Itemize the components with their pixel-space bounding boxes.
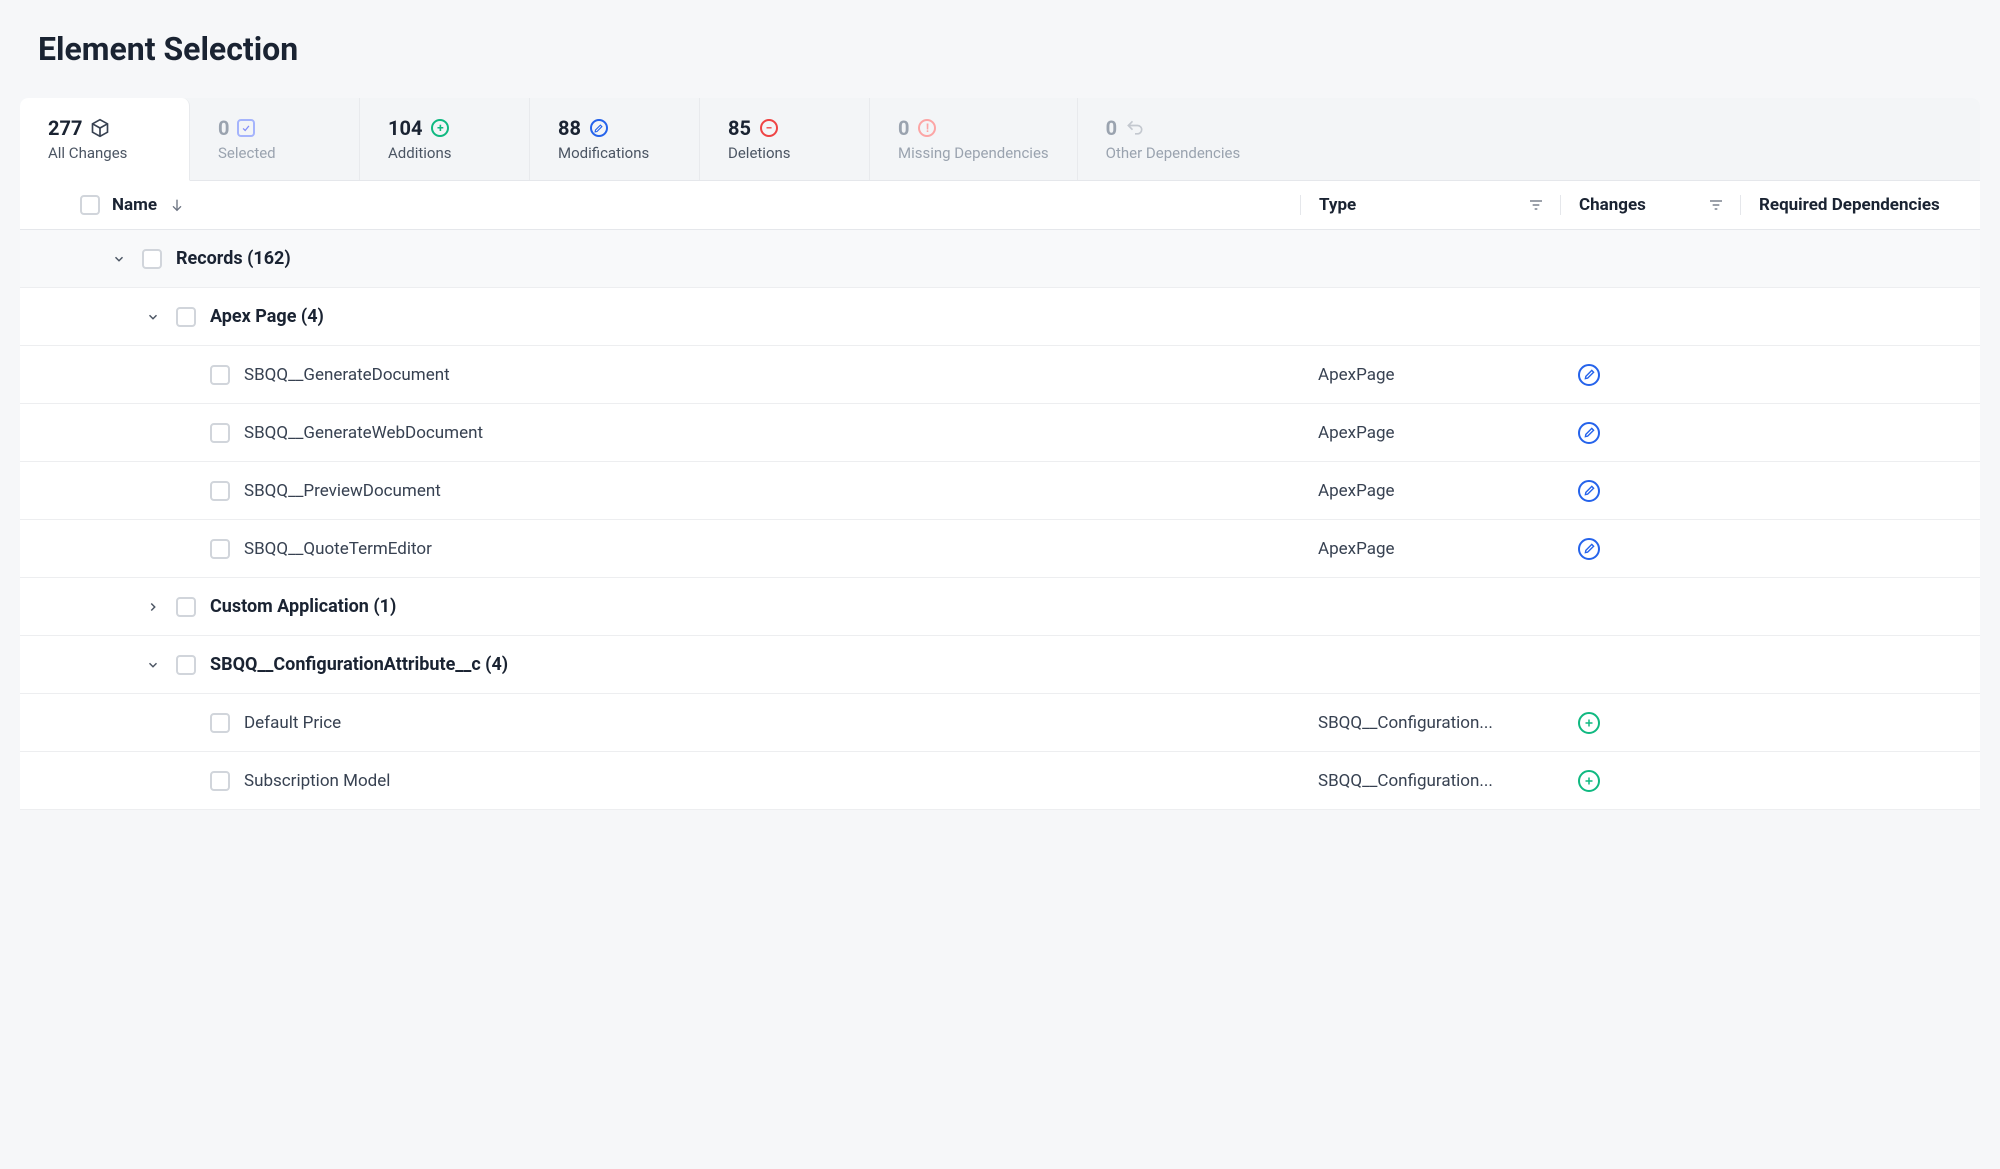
- item-name: SBQQ__PreviewDocument: [244, 481, 441, 501]
- tab-count: 277: [48, 116, 82, 140]
- tab-label: Other Dependencies: [1106, 144, 1241, 162]
- plus-circle-icon: +: [430, 118, 450, 138]
- item-name: SBQQ__QuoteTermEditor: [244, 539, 432, 559]
- page-title: Element Selection: [38, 30, 1980, 68]
- sort-arrow-icon[interactable]: [169, 197, 185, 213]
- row-checkbox[interactable]: [142, 249, 162, 269]
- alert-circle-icon: !: [917, 118, 937, 138]
- minus-circle-icon: −: [759, 118, 779, 138]
- tab-count: 88: [558, 116, 581, 140]
- item-type: ApexPage: [1300, 365, 1560, 385]
- column-type[interactable]: Type: [1319, 195, 1356, 215]
- tab-label: All Changes: [48, 144, 161, 162]
- row-checkbox[interactable]: [176, 307, 196, 327]
- tab-deletions[interactable]: 85 − Deletions: [700, 98, 870, 180]
- row-checkbox[interactable]: [210, 423, 230, 443]
- item-type: SBQQ__Configuration...: [1300, 713, 1560, 733]
- item-type: SBQQ__Configuration...: [1300, 771, 1560, 791]
- tab-all-changes[interactable]: 277 All Changes: [20, 98, 190, 181]
- chevron-down-icon[interactable]: [144, 658, 162, 672]
- modification-icon: [1578, 538, 1600, 560]
- addition-icon: [1578, 712, 1600, 734]
- tabs-bar: 277 All Changes 0 Selected 1: [20, 98, 1980, 181]
- item-type: ApexPage: [1300, 539, 1560, 559]
- group-row-apex-page[interactable]: Apex Page (4): [20, 288, 1980, 346]
- tab-label: Additions: [388, 144, 501, 162]
- item-name: SBQQ__GenerateWebDocument: [244, 423, 483, 443]
- group-row-custom-application[interactable]: Custom Application (1): [20, 578, 1980, 636]
- row-checkbox[interactable]: [210, 481, 230, 501]
- edit-circle-icon: [589, 118, 609, 138]
- check-square-icon: [237, 119, 255, 137]
- chevron-down-icon[interactable]: [110, 252, 128, 266]
- tab-count: 0: [218, 116, 229, 140]
- column-changes[interactable]: Changes: [1579, 195, 1646, 215]
- filter-icon[interactable]: [1708, 197, 1724, 213]
- item-name: Default Price: [244, 713, 341, 733]
- tab-label: Modifications: [558, 144, 671, 162]
- tab-count: 0: [1106, 116, 1117, 140]
- table-row[interactable]: Default Price SBQQ__Configuration...: [20, 694, 1980, 752]
- undo-icon: [1125, 118, 1145, 138]
- table-row[interactable]: SBQQ__QuoteTermEditor ApexPage: [20, 520, 1980, 578]
- tab-additions[interactable]: 104 + Additions: [360, 98, 530, 180]
- table-row[interactable]: SBQQ__PreviewDocument ApexPage: [20, 462, 1980, 520]
- modification-icon: [1578, 422, 1600, 444]
- chevron-right-icon[interactable]: [144, 600, 162, 614]
- row-checkbox[interactable]: [176, 655, 196, 675]
- item-type: ApexPage: [1300, 423, 1560, 443]
- row-checkbox[interactable]: [176, 597, 196, 617]
- tab-count: 0: [898, 116, 909, 140]
- tab-modifications[interactable]: 88 Modifications: [530, 98, 700, 180]
- group-label: Apex Page (4): [210, 306, 324, 327]
- tab-label: Deletions: [728, 144, 841, 162]
- group-row-records[interactable]: Records (162): [20, 230, 1980, 288]
- tab-label: Missing Dependencies: [898, 144, 1049, 162]
- tab-other-dependencies[interactable]: 0 Other Dependencies: [1078, 98, 1269, 180]
- table-row[interactable]: SBQQ__GenerateDocument ApexPage: [20, 346, 1980, 404]
- modification-icon: [1578, 480, 1600, 502]
- tab-missing-dependencies[interactable]: 0 ! Missing Dependencies: [870, 98, 1078, 180]
- addition-icon: [1578, 770, 1600, 792]
- table-row[interactable]: SBQQ__GenerateWebDocument ApexPage: [20, 404, 1980, 462]
- table-row[interactable]: Subscription Model SBQQ__Configuration...: [20, 752, 1980, 810]
- item-name: Subscription Model: [244, 771, 390, 791]
- item-type: ApexPage: [1300, 481, 1560, 501]
- cube-icon: [90, 118, 110, 138]
- group-label: SBQQ__ConfigurationAttribute__c (4): [210, 654, 508, 675]
- row-checkbox[interactable]: [210, 771, 230, 791]
- tab-count: 104: [388, 116, 422, 140]
- group-row-config-attribute[interactable]: SBQQ__ConfigurationAttribute__c (4): [20, 636, 1980, 694]
- tab-label: Selected: [218, 144, 331, 162]
- tab-count: 85: [728, 116, 751, 140]
- tab-selected[interactable]: 0 Selected: [190, 98, 360, 180]
- item-name: SBQQ__GenerateDocument: [244, 365, 450, 385]
- row-checkbox[interactable]: [210, 365, 230, 385]
- column-name[interactable]: Name: [112, 195, 157, 215]
- group-label: Custom Application (1): [210, 596, 396, 617]
- row-checkbox[interactable]: [210, 539, 230, 559]
- element-selection-panel: 277 All Changes 0 Selected 1: [20, 98, 1980, 810]
- row-checkbox[interactable]: [210, 713, 230, 733]
- chevron-down-icon[interactable]: [144, 310, 162, 324]
- select-all-checkbox[interactable]: [80, 195, 100, 215]
- column-headers: Name Type Changes Required Dependencies: [20, 181, 1980, 230]
- modification-icon: [1578, 364, 1600, 386]
- column-dependencies[interactable]: Required Dependencies: [1759, 195, 1940, 215]
- filter-icon[interactable]: [1528, 197, 1544, 213]
- group-label: Records (162): [176, 248, 291, 269]
